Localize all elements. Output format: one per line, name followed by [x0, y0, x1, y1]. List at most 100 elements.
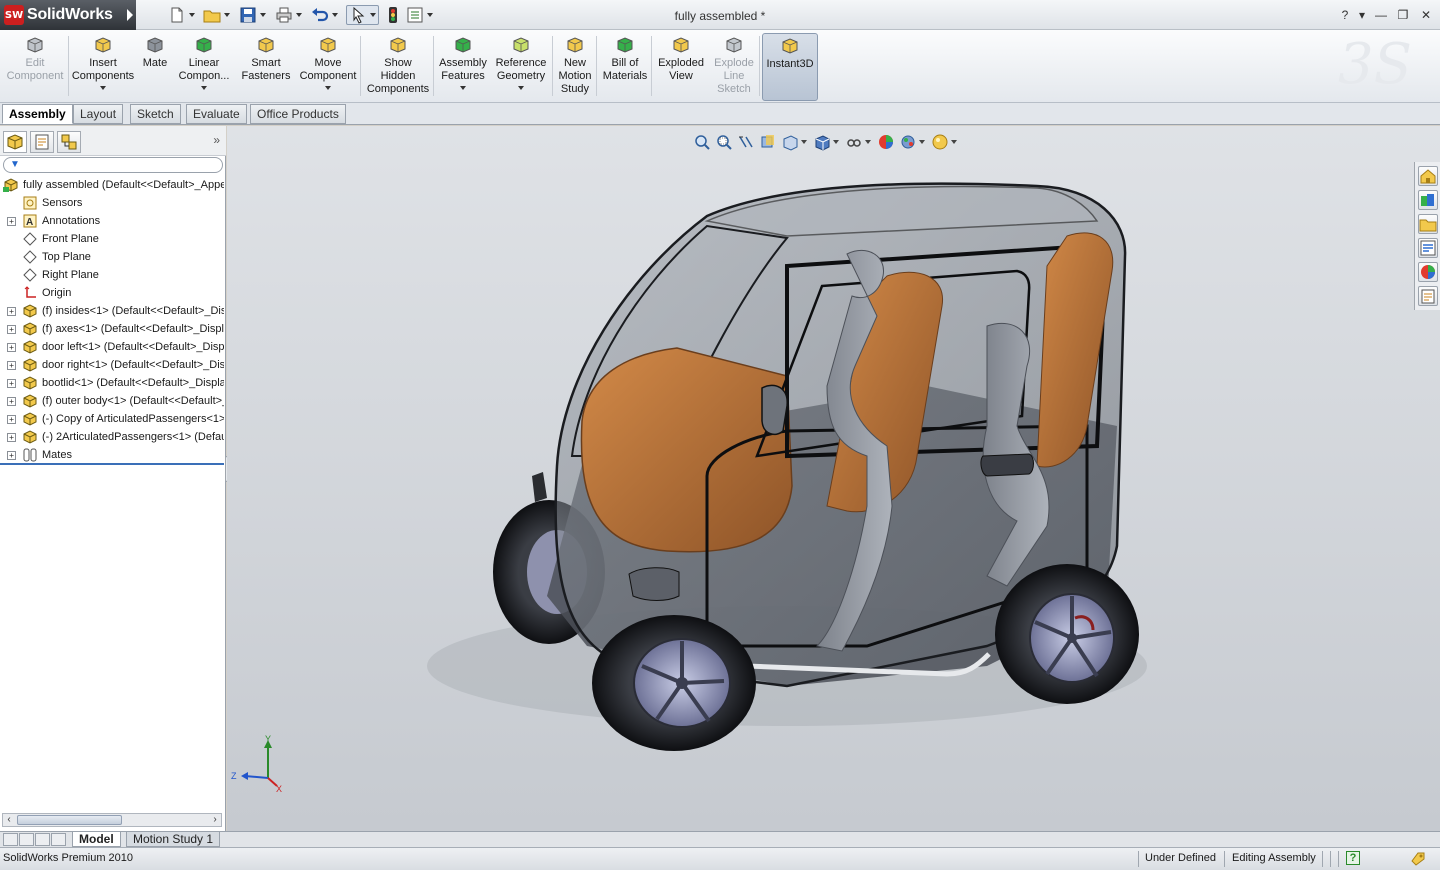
move-component-button[interactable]: Move Component: [296, 33, 360, 101]
view-palette-tab[interactable]: [1418, 238, 1438, 258]
zoom-to-fit-icon[interactable]: [693, 133, 711, 151]
first-tab-arrow-icon[interactable]: [3, 833, 18, 846]
linear-pattern-button[interactable]: Linear Compon...: [173, 33, 235, 101]
tree-node[interactable]: + A Annotations: [0, 212, 224, 230]
hide-show-dropdown-icon[interactable]: [865, 140, 871, 144]
tab-layout[interactable]: Layout: [73, 104, 124, 124]
expand-toggle-icon[interactable]: +: [7, 433, 16, 442]
last-tab-arrow-icon[interactable]: [51, 833, 66, 846]
tree-node[interactable]: Right Plane: [0, 266, 224, 284]
tab-evaluate[interactable]: Evaluate: [186, 104, 247, 124]
new-motion-study-button[interactable]: New Motion Study: [555, 33, 595, 101]
section-view-icon[interactable]: [759, 133, 777, 151]
tree-node[interactable]: + (-) Copy of ArticulatedPassengers<1> (D…: [0, 410, 224, 428]
car-assembly-model[interactable]: [227, 126, 1440, 831]
tree-node[interactable]: + bootlid<1> (Default<<Default>_Display S…: [0, 374, 224, 392]
command-dropdown-icon[interactable]: [325, 86, 331, 90]
minimize-button[interactable]: —: [1373, 7, 1389, 23]
view-orientation-icon[interactable]: [781, 133, 799, 151]
expand-toggle-icon[interactable]: +: [7, 361, 16, 370]
insert-components-button[interactable]: Insert Components: [71, 33, 135, 101]
tree-node[interactable]: + (f) outer body<1> (Default<<Default>_Di…: [0, 392, 224, 410]
previous-view-icon[interactable]: [737, 133, 755, 151]
custom-properties-tab[interactable]: [1418, 286, 1438, 306]
tree-node[interactable]: + (f) axes<1> (Default<<Default>_Display …: [0, 320, 224, 338]
configurationmanager-tab[interactable]: [57, 131, 81, 153]
command-dropdown-icon[interactable]: [518, 86, 524, 90]
close-button[interactable]: ✕: [1418, 7, 1434, 23]
assembly-features-button[interactable]: Assembly Features: [436, 33, 490, 101]
tree-node[interactable]: + Mates: [0, 446, 224, 464]
viewport-minimize-button[interactable]: —: [1369, 126, 1383, 127]
tree-node[interactable]: Top Plane: [0, 248, 224, 266]
display-style-icon[interactable]: [813, 133, 831, 151]
expand-toggle-icon[interactable]: +: [7, 397, 16, 406]
viewport-restore-button[interactable]: ❐: [1391, 126, 1405, 127]
explode-line-sketch-button[interactable]: Explode Line Sketch: [708, 33, 760, 101]
edit-appearance-icon[interactable]: [877, 133, 895, 151]
tab-sketch[interactable]: Sketch: [130, 104, 181, 124]
tree-horizontal-scrollbar[interactable]: ‹ ›: [2, 813, 222, 827]
tree-node[interactable]: Origin: [0, 284, 224, 302]
view-settings-dropdown-icon[interactable]: [951, 140, 957, 144]
reference-geometry-button[interactable]: Reference Geometry: [491, 33, 551, 101]
apply-scene-dropdown-icon[interactable]: [919, 140, 925, 144]
tab-motion-study-1[interactable]: Motion Study 1: [126, 832, 221, 847]
mate-button[interactable]: Mate: [138, 33, 172, 101]
featuremanager-tab[interactable]: [3, 131, 27, 153]
command-dropdown-icon[interactable]: [201, 86, 207, 90]
quick-tips-help-icon[interactable]: ?: [1346, 851, 1360, 865]
tab-model[interactable]: Model: [72, 832, 121, 847]
graphics-area[interactable]: — ❐ ✕ Y Z X: [227, 126, 1440, 831]
expand-toggle-icon[interactable]: +: [7, 343, 16, 352]
edit-component-button[interactable]: Edit Component: [2, 33, 68, 101]
appearances-tab[interactable]: [1418, 262, 1438, 282]
tree-node[interactable]: + door left<1> (Default<<Default>_Display…: [0, 338, 224, 356]
zoom-to-area-icon[interactable]: [715, 133, 733, 151]
help-button[interactable]: ?: [1337, 7, 1353, 23]
tree-filter-input[interactable]: ▼: [3, 157, 223, 173]
tree-node[interactable]: fully assembled (Default<<Default>_Appea…: [0, 176, 224, 194]
scroll-right-icon[interactable]: ›: [209, 814, 221, 825]
hide-show-items-icon[interactable]: [845, 133, 863, 151]
display-style-dropdown-icon[interactable]: [833, 140, 839, 144]
restore-button[interactable]: ❐: [1395, 7, 1411, 23]
viewport-close-button[interactable]: ✕: [1413, 126, 1427, 127]
command-dropdown-icon[interactable]: [460, 86, 466, 90]
view-settings-icon[interactable]: [931, 133, 949, 151]
tree-node[interactable]: Sensors: [0, 194, 224, 212]
previous-tab-arrow-icon[interactable]: [19, 833, 34, 846]
tab-office-products[interactable]: Office Products: [250, 104, 346, 124]
rollback-bar[interactable]: [0, 463, 224, 465]
bill-of-materials-button[interactable]: Bill of Materials: [598, 33, 652, 101]
tree-node[interactable]: + door right<1> (Default<<Default>_Displa…: [0, 356, 224, 374]
customize-status-bar-icon[interactable]: [1410, 851, 1426, 867]
expand-toggle-icon[interactable]: +: [7, 325, 16, 334]
expand-toggle-icon[interactable]: +: [7, 217, 16, 226]
design-library-tab[interactable]: [1418, 190, 1438, 210]
expand-toggle-icon[interactable]: +: [7, 415, 16, 424]
expand-toggle-icon[interactable]: +: [7, 451, 16, 460]
tab-assembly[interactable]: Assembly: [2, 104, 73, 124]
file-explorer-tab[interactable]: [1418, 214, 1438, 234]
expand-toggle-icon[interactable]: +: [7, 307, 16, 316]
next-tab-arrow-icon[interactable]: [35, 833, 50, 846]
tree-node[interactable]: Front Plane: [0, 230, 224, 248]
apply-scene-icon[interactable]: [899, 133, 917, 151]
panel-expand-icon[interactable]: »: [213, 133, 220, 147]
exploded-view-button[interactable]: Exploded View: [654, 33, 708, 101]
scroll-left-icon[interactable]: ‹: [3, 814, 15, 825]
command-dropdown-icon[interactable]: [100, 86, 106, 90]
instant3d-button[interactable]: Instant3D: [762, 33, 818, 101]
view-orientation-dropdown-icon[interactable]: [801, 140, 807, 144]
tree-node[interactable]: + (f) insides<1> (Default<<Default>_Displ…: [0, 302, 224, 320]
smart-fasteners-button[interactable]: Smart Fasteners: [238, 33, 294, 101]
help-dropdown-button[interactable]: ▾: [1354, 7, 1370, 23]
scrollbar-thumb[interactable]: [17, 815, 122, 825]
solidworks-resources-tab[interactable]: [1418, 166, 1438, 186]
expand-toggle-icon[interactable]: +: [7, 379, 16, 388]
show-hidden-button[interactable]: Show Hidden Components: [363, 33, 433, 101]
tree-node[interactable]: + (-) 2ArticulatedPassengers<1> (Default<…: [0, 428, 224, 446]
rear-right-wheel[interactable]: [995, 564, 1139, 704]
propertymanager-tab[interactable]: [30, 131, 54, 153]
